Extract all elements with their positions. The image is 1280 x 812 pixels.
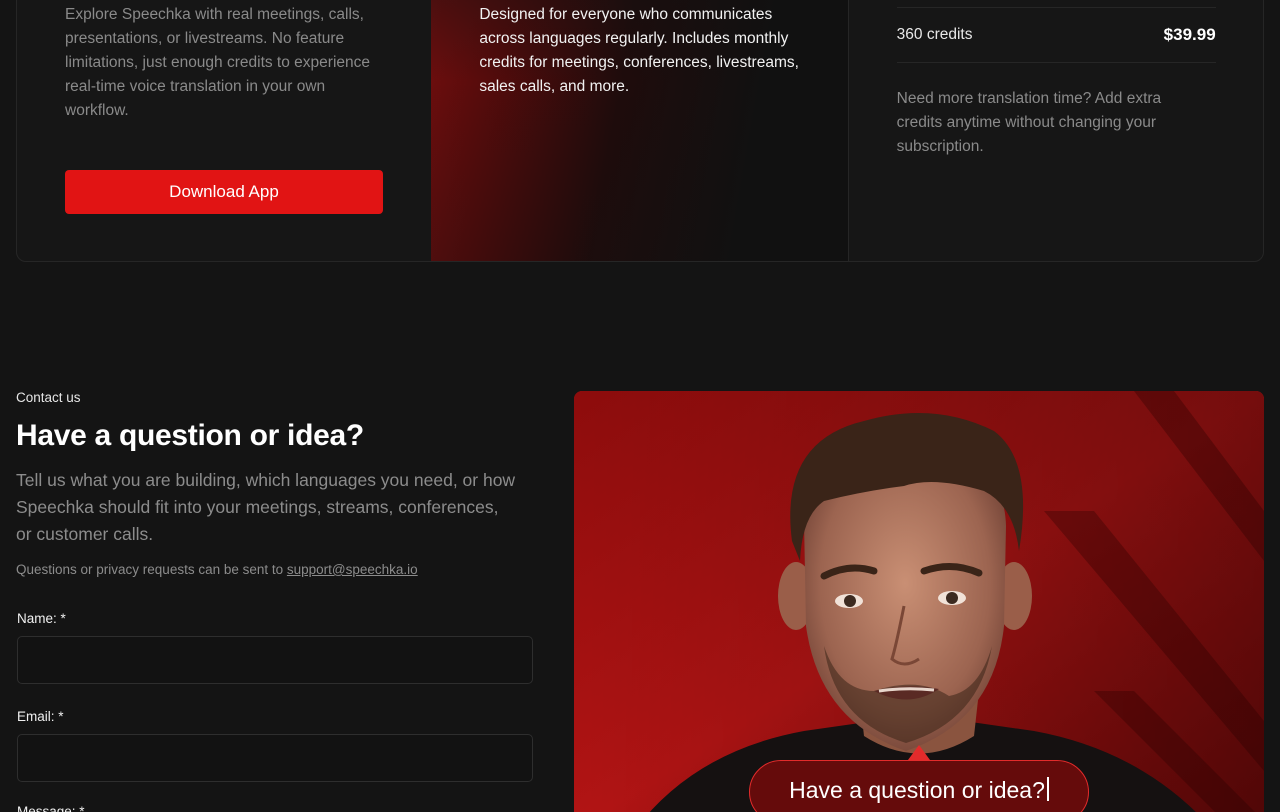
download-app-button[interactable]: Download App: [65, 170, 383, 214]
email-input[interactable]: [17, 734, 533, 782]
contact-title: Have a question or idea?: [16, 419, 364, 452]
privacy-note-text: Questions or privacy requests can be sen…: [16, 562, 287, 577]
extra-credits-column: 360 credits $39.99 Need more translation…: [847, 0, 1263, 261]
contact-lead: Tell us what you are building, which lan…: [16, 470, 516, 544]
free-plan-description: Explore Speechka with real meetings, cal…: [65, 6, 370, 119]
caption-pointer: [908, 745, 930, 760]
credit-package-row[interactable]: 360 credits $39.99: [896, 7, 1216, 63]
privacy-note: Questions or privacy requests can be sen…: [16, 562, 536, 577]
name-label: Name: *: [17, 611, 66, 626]
translation-caption-text: Have a question or idea?: [789, 777, 1045, 803]
contact-section: Contact us Have a question or idea? Tell…: [16, 390, 536, 577]
support-email-link[interactable]: support@speechka.io: [287, 562, 418, 577]
credit-package-amount: 360 credits: [896, 26, 973, 43]
email-label: Email: *: [17, 709, 64, 724]
message-label: Message: *: [17, 804, 85, 812]
text-cursor: [1046, 777, 1049, 801]
name-input[interactable]: [17, 636, 533, 684]
pro-plan-description: Designed for everyone who communicates a…: [479, 6, 799, 95]
free-plan-column: Explore Speechka with real meetings, cal…: [17, 0, 431, 261]
pro-plan-column: Designed for everyone who communicates a…: [431, 0, 848, 261]
credit-package-price: $39.99: [1163, 25, 1216, 44]
translation-caption-bubble: Have a question or idea?: [749, 760, 1089, 812]
contact-eyebrow: Contact us: [16, 390, 81, 405]
pricing-panel: Explore Speechka with real meetings, cal…: [16, 0, 1264, 262]
extra-credits-note: Need more translation time? Add extra cr…: [896, 90, 1162, 155]
